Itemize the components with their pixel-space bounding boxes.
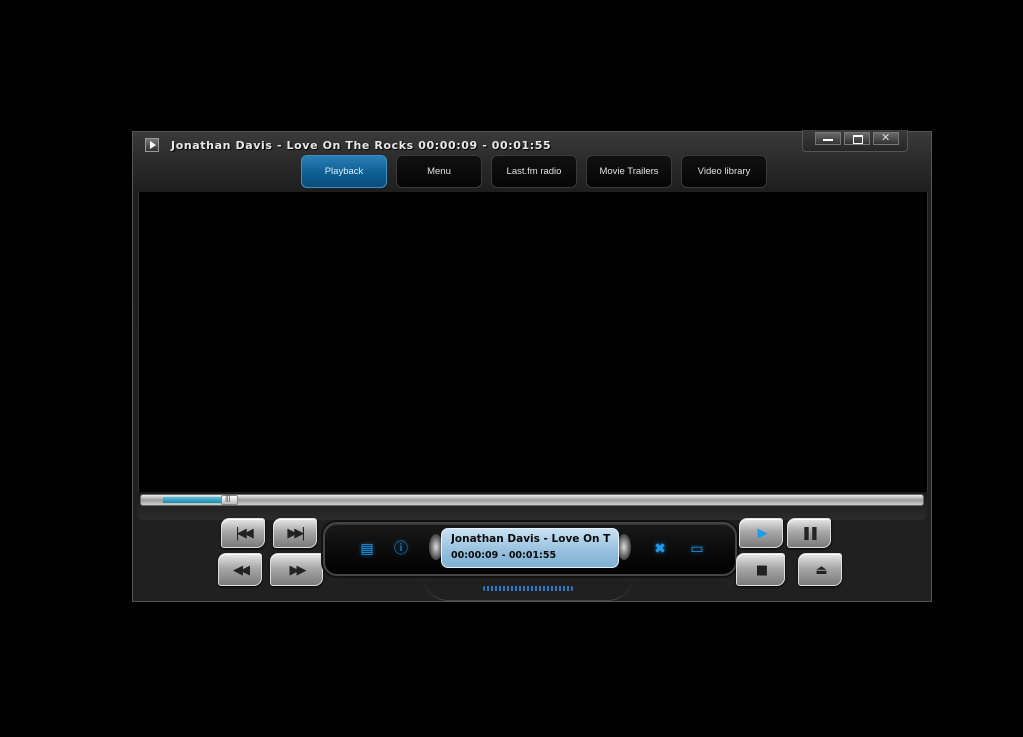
play-button[interactable]: ▶ (739, 518, 783, 548)
eject-icon: ⏏ (815, 563, 827, 578)
close-button[interactable] (873, 131, 899, 145)
stop-button[interactable]: ■ (736, 553, 785, 586)
minimize-button[interactable] (815, 132, 841, 145)
seek-bar-container (137, 492, 927, 520)
display-right-cap (617, 534, 631, 560)
skip-back-icon: |◀◀ (235, 526, 253, 541)
pause-button[interactable]: ❚❚ (787, 518, 831, 548)
tab-playback[interactable]: Playback (301, 155, 387, 188)
next-track-button[interactable]: ▶▶| (273, 518, 317, 548)
app-play-icon[interactable] (145, 138, 159, 152)
seek-thumb[interactable] (220, 493, 238, 505)
playlist-icon[interactable]: ▤ (359, 542, 375, 556)
rewind-button[interactable]: ◀◀ (218, 553, 262, 586)
video-area[interactable] (138, 192, 928, 492)
stop-icon: ■ (755, 563, 768, 578)
volume-indicator[interactable] (483, 586, 573, 591)
eject-button[interactable]: ⏏ (798, 553, 842, 586)
tab-movie-trailers[interactable]: Movie Trailers (586, 155, 672, 188)
now-playing-display: Jonathan Davis - Love On Th 00:00:09 - 0… (441, 528, 619, 568)
tab-menu[interactable]: Menu (396, 155, 482, 188)
skip-forward-icon: ▶▶| (287, 526, 305, 541)
tab-video-library[interactable]: Video library (681, 155, 767, 188)
fast-forward-button[interactable]: ▶▶ (270, 553, 323, 586)
pause-icon: ❚❚ (801, 526, 820, 541)
media-player-window: Jonathan Davis - Love On The Rocks 00:00… (132, 130, 932, 602)
window-title: Jonathan Davis - Love On The Rocks 00:00… (171, 139, 552, 152)
maximize-button[interactable] (844, 132, 870, 145)
now-playing-time: 00:00:09 - 00:01:55 (451, 550, 557, 561)
window-icon[interactable]: ▭ (689, 542, 705, 556)
fast-forward-icon: ▶▶ (289, 563, 307, 578)
rewind-icon: ◀◀ (233, 563, 250, 578)
info-display-pod: ▤ ⓘ Jonathan Davis - Love On Th 00:00:09… (323, 522, 737, 576)
window-controls (802, 130, 908, 152)
tab-lastfm-radio[interactable]: Last.fm radio (491, 155, 577, 188)
info-icon[interactable]: ⓘ (393, 542, 409, 556)
now-playing-title: Jonathan Davis - Love On Th (451, 533, 611, 545)
seek-bar[interactable] (140, 493, 924, 506)
settings-icon[interactable]: ✖ (652, 542, 668, 556)
seek-progress-fill (163, 497, 221, 503)
play-icon: ▶ (757, 526, 768, 541)
previous-track-button[interactable]: |◀◀ (221, 518, 265, 548)
